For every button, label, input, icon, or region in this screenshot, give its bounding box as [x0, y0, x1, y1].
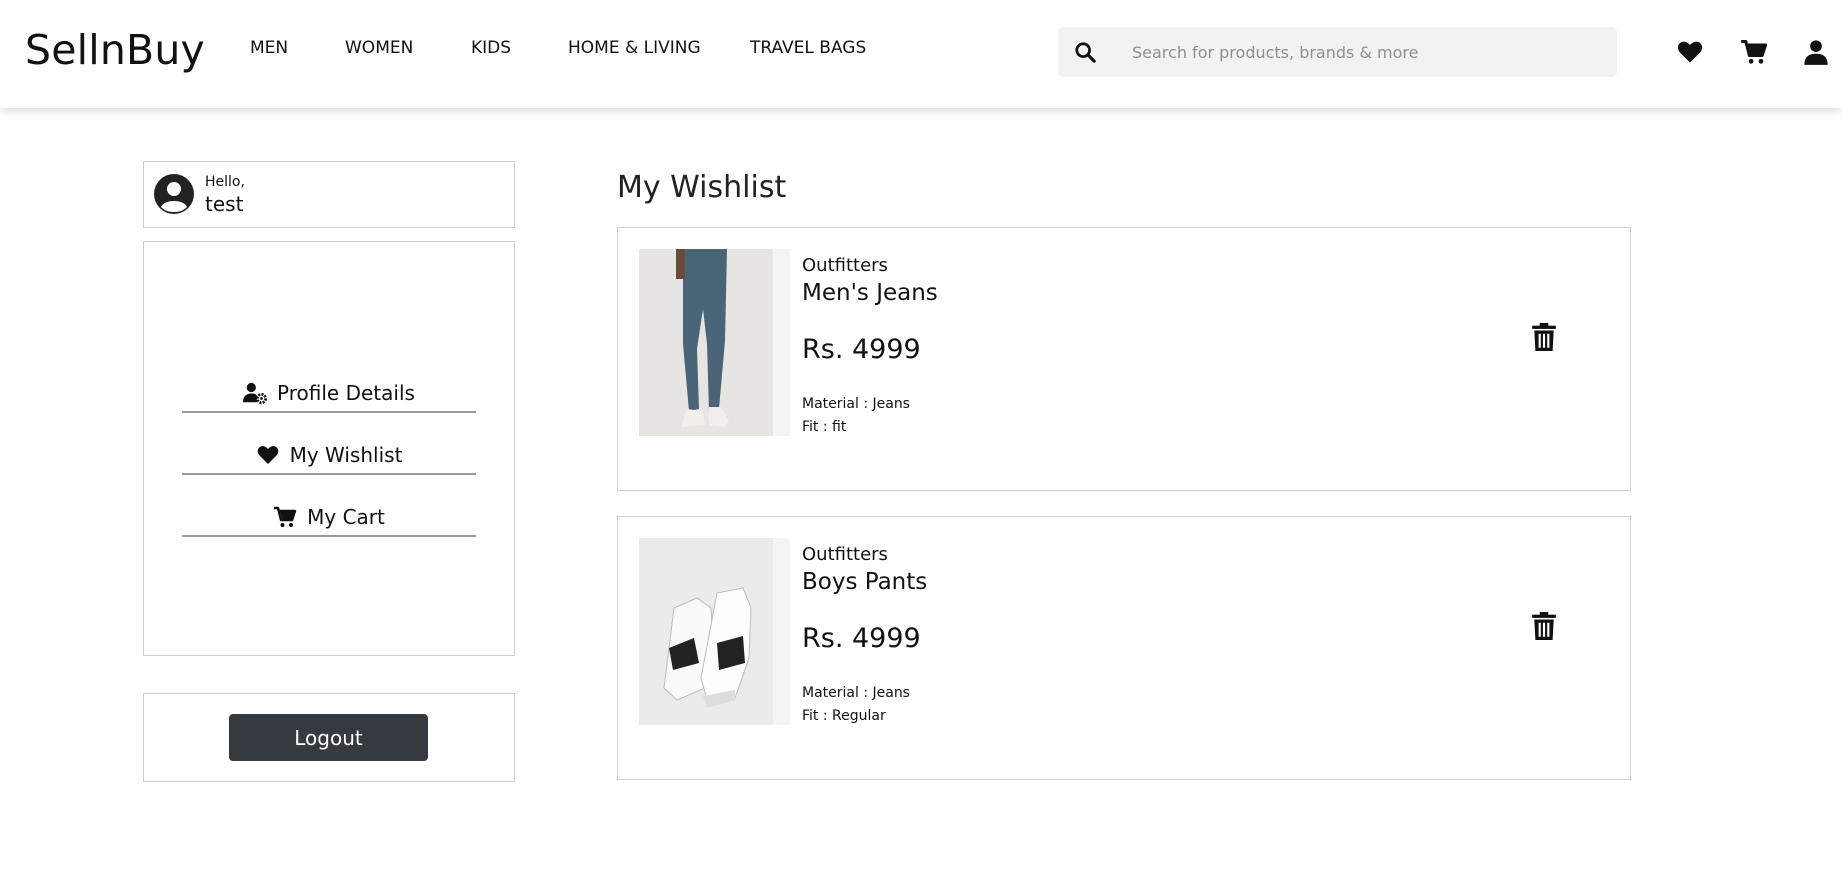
product-material: Material : Jeans [802, 396, 910, 412]
site-logo[interactable]: SellnBuy [25, 26, 205, 74]
heart-icon[interactable] [1676, 38, 1704, 66]
logout-panel: Logout [143, 693, 515, 782]
search-input[interactable] [1132, 27, 1602, 77]
product-fit: Fit : fit [802, 419, 847, 435]
nav-link-travel-bags[interactable]: TRAVEL BAGS [750, 38, 866, 58]
menu-label: My Wishlist [289, 443, 403, 467]
top-navbar: SellnBuy MEN WOMEN KIDS HOME & LIVING TR… [0, 0, 1842, 108]
avatar-icon [154, 174, 194, 214]
product-brand: Outfitters [802, 255, 888, 276]
user-cog-icon [243, 382, 268, 405]
product-material: Material : Jeans [802, 685, 910, 701]
cart-icon [274, 506, 297, 527]
product-price: Rs. 4999 [802, 623, 921, 654]
account-menu: Profile Details My Wishlist My Cart [143, 241, 515, 656]
username: test [205, 192, 244, 216]
product-name[interactable]: Boys Pants [802, 569, 927, 595]
trash-icon[interactable] [1531, 323, 1557, 351]
product-image-jeans[interactable] [639, 249, 790, 436]
user-greeting-card: Hello, test [143, 161, 515, 228]
search-bar [1058, 27, 1617, 77]
menu-item-my-cart[interactable]: My Cart [182, 499, 476, 537]
menu-item-my-wishlist[interactable]: My Wishlist [182, 437, 476, 475]
nav-link-home-living[interactable]: HOME & LIVING [568, 38, 701, 58]
greeting-label: Hello, [205, 174, 245, 190]
cart-icon[interactable] [1740, 38, 1768, 66]
menu-label: Profile Details [277, 381, 415, 405]
product-fit: Fit : Regular [802, 708, 886, 724]
product-name[interactable]: Men's Jeans [802, 280, 938, 306]
menu-item-profile-details[interactable]: Profile Details [182, 375, 476, 413]
search-icon[interactable] [1074, 41, 1096, 63]
nav-link-women[interactable]: WOMEN [345, 38, 413, 58]
heart-icon [257, 446, 278, 464]
menu-label: My Cart [307, 505, 385, 529]
trash-icon[interactable] [1531, 612, 1557, 640]
nav-link-men[interactable]: MEN [250, 38, 288, 58]
wishlist-item: Outfitters Boys Pants Rs. 4999 Material … [617, 516, 1631, 780]
logout-button[interactable]: Logout [229, 714, 428, 761]
product-brand: Outfitters [802, 544, 888, 565]
wishlist-item: Outfitters Men's Jeans Rs. 4999 Material… [617, 227, 1631, 491]
product-image-sneakers[interactable] [639, 538, 790, 725]
nav-link-kids[interactable]: KIDS [471, 38, 511, 58]
page-title: My Wishlist [617, 170, 787, 205]
product-price: Rs. 4999 [802, 334, 921, 365]
user-icon[interactable] [1802, 38, 1830, 66]
